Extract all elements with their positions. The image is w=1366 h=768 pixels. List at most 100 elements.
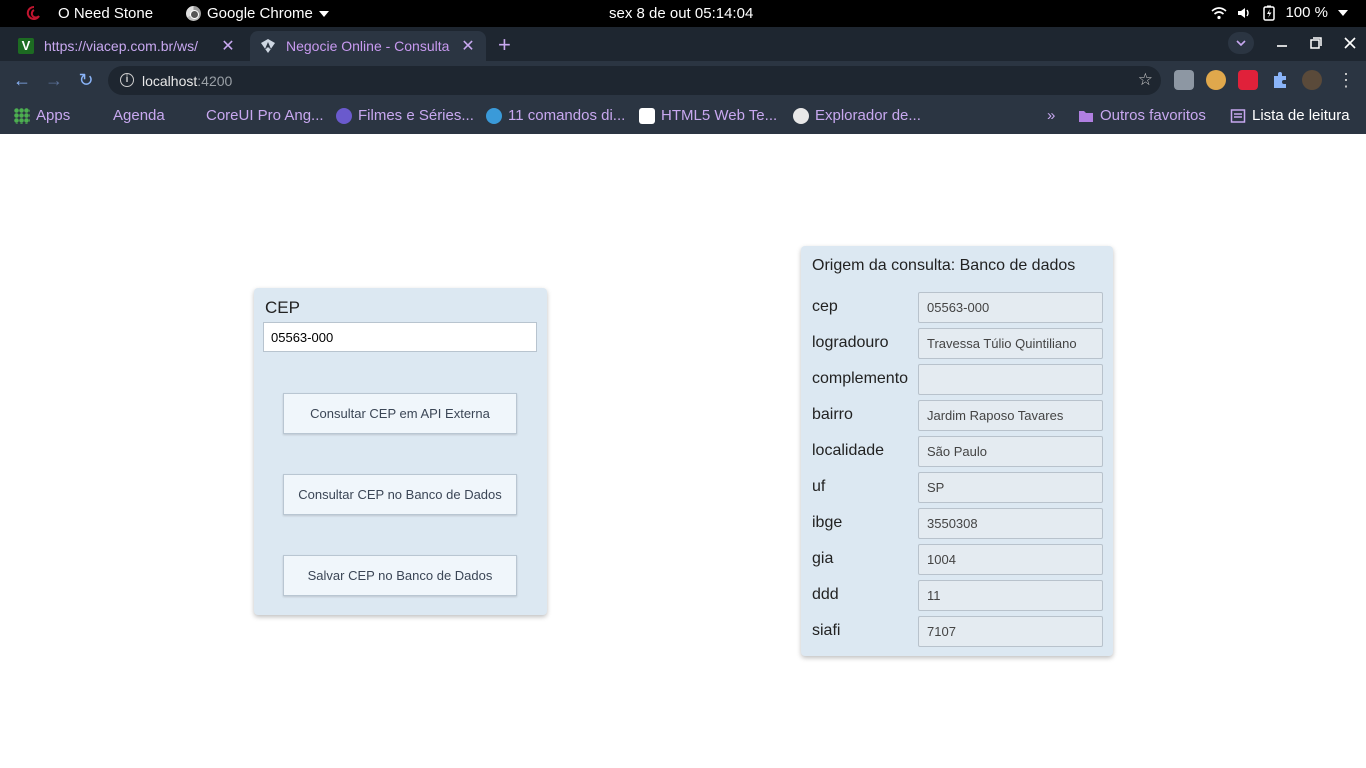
screenshot-extension-icon[interactable]: [1174, 70, 1194, 90]
field-label: gia: [812, 550, 834, 567]
bookmark-label: CoreUI Pro Ang...: [206, 107, 324, 124]
field-value[interactable]: 7107: [918, 616, 1103, 647]
bookmark-comandos[interactable]: 11 comandos di...: [486, 107, 625, 124]
bookmark-coreui[interactable]: CoreUI Pro Ang...: [206, 107, 324, 124]
browser-toolbar: ← → ↻ i localhost:4200 ☆ ⋮: [0, 61, 1366, 99]
active-app-name[interactable]: O Need Stone: [58, 5, 153, 22]
new-tab-plus-icon[interactable]: +: [498, 32, 511, 58]
chevron-down-icon: [1236, 40, 1246, 46]
profile-avatar[interactable]: [1302, 70, 1322, 90]
globe-icon: [336, 107, 352, 124]
consult-database-button[interactable]: Consultar CEP no Banco de Dados: [283, 474, 517, 515]
bookmark-label: Explorador de...: [815, 107, 921, 124]
restore-icon[interactable]: [1310, 37, 1322, 49]
volume-icon: [1238, 7, 1250, 18]
cep-input[interactable]: [263, 322, 537, 352]
result-card: Origem da consulta: Banco de dados cep 0…: [801, 246, 1113, 656]
tab-strip: V https://viacep.com.br/ws/ ✕ Negocie On…: [0, 27, 1366, 61]
debian-logo-icon[interactable]: [26, 5, 42, 21]
bookmark-label: HTML5 Web Te...: [661, 107, 778, 124]
extension-face-icon[interactable]: [1206, 70, 1226, 90]
field-value[interactable]: 05563-000: [918, 292, 1103, 323]
reading-list[interactable]: Lista de leitura: [1230, 107, 1350, 124]
back-arrow-icon[interactable]: ←: [12, 70, 32, 90]
tab-search-button[interactable]: [1228, 32, 1254, 54]
field-value[interactable]: São Paulo: [918, 436, 1103, 467]
bookmark-label: Filmes e Séries...: [358, 107, 474, 124]
field-value[interactable]: 11: [918, 580, 1103, 611]
field-value[interactable]: 3550308: [918, 508, 1103, 539]
codepen-icon: [639, 107, 655, 124]
field-value[interactable]: SP: [918, 472, 1103, 503]
tab-negocie-online[interactable]: Negocie Online - Consulta ✕: [250, 31, 486, 61]
field-row-uf: uf SP: [812, 472, 1103, 503]
tab-viacep[interactable]: V https://viacep.com.br/ws/ ✕: [8, 31, 246, 61]
system-tray[interactable]: 100 %: [1211, 4, 1348, 21]
bookmark-label: Apps: [36, 107, 71, 124]
bookmark-star-icon[interactable]: ☆: [1138, 70, 1153, 90]
extensions-puzzle-icon[interactable]: [1270, 70, 1290, 90]
address-port: :4200: [197, 73, 233, 89]
field-label: cep: [812, 298, 838, 315]
reading-list-label: Lista de leitura: [1252, 107, 1350, 124]
battery-percent: 100 %: [1285, 4, 1328, 21]
field-label: ibge: [812, 514, 843, 531]
forward-arrow-icon[interactable]: →: [44, 70, 64, 90]
tab-title: Negocie Online - Consulta: [286, 38, 450, 54]
chevron-down-icon: [318, 10, 329, 17]
bookmark-label: Outros favoritos: [1100, 107, 1206, 124]
site-info-icon[interactable]: i: [120, 73, 134, 87]
bookmark-label: Agenda: [113, 107, 165, 124]
field-row-ibge: ibge 3550308: [812, 508, 1103, 539]
linux-penguin-icon: [793, 107, 809, 124]
clock[interactable]: sex 8 de out 05:14:04: [609, 5, 753, 22]
address-bar[interactable]: i localhost:4200 ☆: [108, 66, 1161, 95]
bookmark-explorador[interactable]: Explorador de...: [793, 107, 921, 124]
field-label: complemento: [812, 370, 909, 387]
folder-icon: [1079, 110, 1093, 122]
field-row-cep: cep 05563-000: [812, 292, 1103, 323]
tab-title: https://viacep.com.br/ws/: [44, 38, 199, 54]
more-menu-icon[interactable]: ⋮: [1336, 70, 1356, 90]
angular-icon: [261, 39, 275, 53]
viacep-favicon-icon: V: [18, 38, 34, 54]
field-value[interactable]: Jardim Raposo Tavares: [918, 400, 1103, 431]
consult-external-api-button[interactable]: Consultar CEP em API Externa: [283, 393, 517, 434]
minimize-icon[interactable]: [1276, 37, 1288, 49]
field-row-gia: gia 1004: [812, 544, 1103, 575]
cep-form-card: CEP Consultar CEP em API Externa Consult…: [254, 288, 547, 615]
bookmarks-bar: Apps Agenda CoreUI Pro Ang... Filmes e S…: [0, 99, 1366, 134]
close-icon[interactable]: ✕: [220, 36, 236, 56]
field-value[interactable]: 1004: [918, 544, 1103, 575]
cep-label: CEP: [265, 298, 300, 317]
bookmark-agenda[interactable]: Agenda: [113, 107, 165, 124]
field-label: siafi: [812, 622, 841, 639]
close-icon[interactable]: ✕: [460, 36, 476, 56]
bookmark-filmes[interactable]: Filmes e Séries...: [336, 107, 474, 124]
bookmark-apps[interactable]: Apps: [14, 107, 70, 124]
field-label: uf: [812, 478, 826, 495]
apps-grid-icon: [14, 107, 30, 124]
field-value[interactable]: [918, 364, 1103, 395]
field-row-bairro: bairro Jardim Raposo Tavares: [812, 400, 1103, 431]
bookmark-outros-favoritos[interactable]: Outros favoritos: [1078, 107, 1206, 124]
window-controls: [1228, 32, 1356, 54]
youtube-extension-icon[interactable]: [1238, 70, 1258, 90]
battery-icon: [1263, 5, 1276, 21]
field-row-ddd: ddd 11: [812, 580, 1103, 611]
field-row-localidade: localidade São Paulo: [812, 436, 1103, 467]
field-row-siafi: siafi 7107: [812, 616, 1103, 647]
window-close-icon[interactable]: [1344, 37, 1356, 49]
result-heading: Origem da consulta: Banco de dados: [812, 257, 1076, 274]
browser-app-menu[interactable]: Google Chrome: [186, 5, 329, 22]
address-url[interactable]: localhost:4200: [142, 73, 232, 89]
save-database-button[interactable]: Salvar CEP no Banco de Dados: [283, 555, 517, 596]
bookmarks-overflow-chevron-icon[interactable]: »: [1047, 107, 1055, 124]
reload-icon[interactable]: ↻: [76, 70, 96, 90]
bookmark-html5[interactable]: HTML5 Web Te...: [639, 107, 777, 124]
site-favicon-icon: [486, 107, 502, 124]
field-value[interactable]: Travessa Túlio Quintiliano: [918, 328, 1103, 359]
reading-list-icon: [1230, 108, 1246, 123]
os-top-bar: O Need Stone Google Chrome sex 8 de out …: [0, 0, 1366, 27]
bookmark-label: 11 comandos di...: [508, 107, 626, 124]
